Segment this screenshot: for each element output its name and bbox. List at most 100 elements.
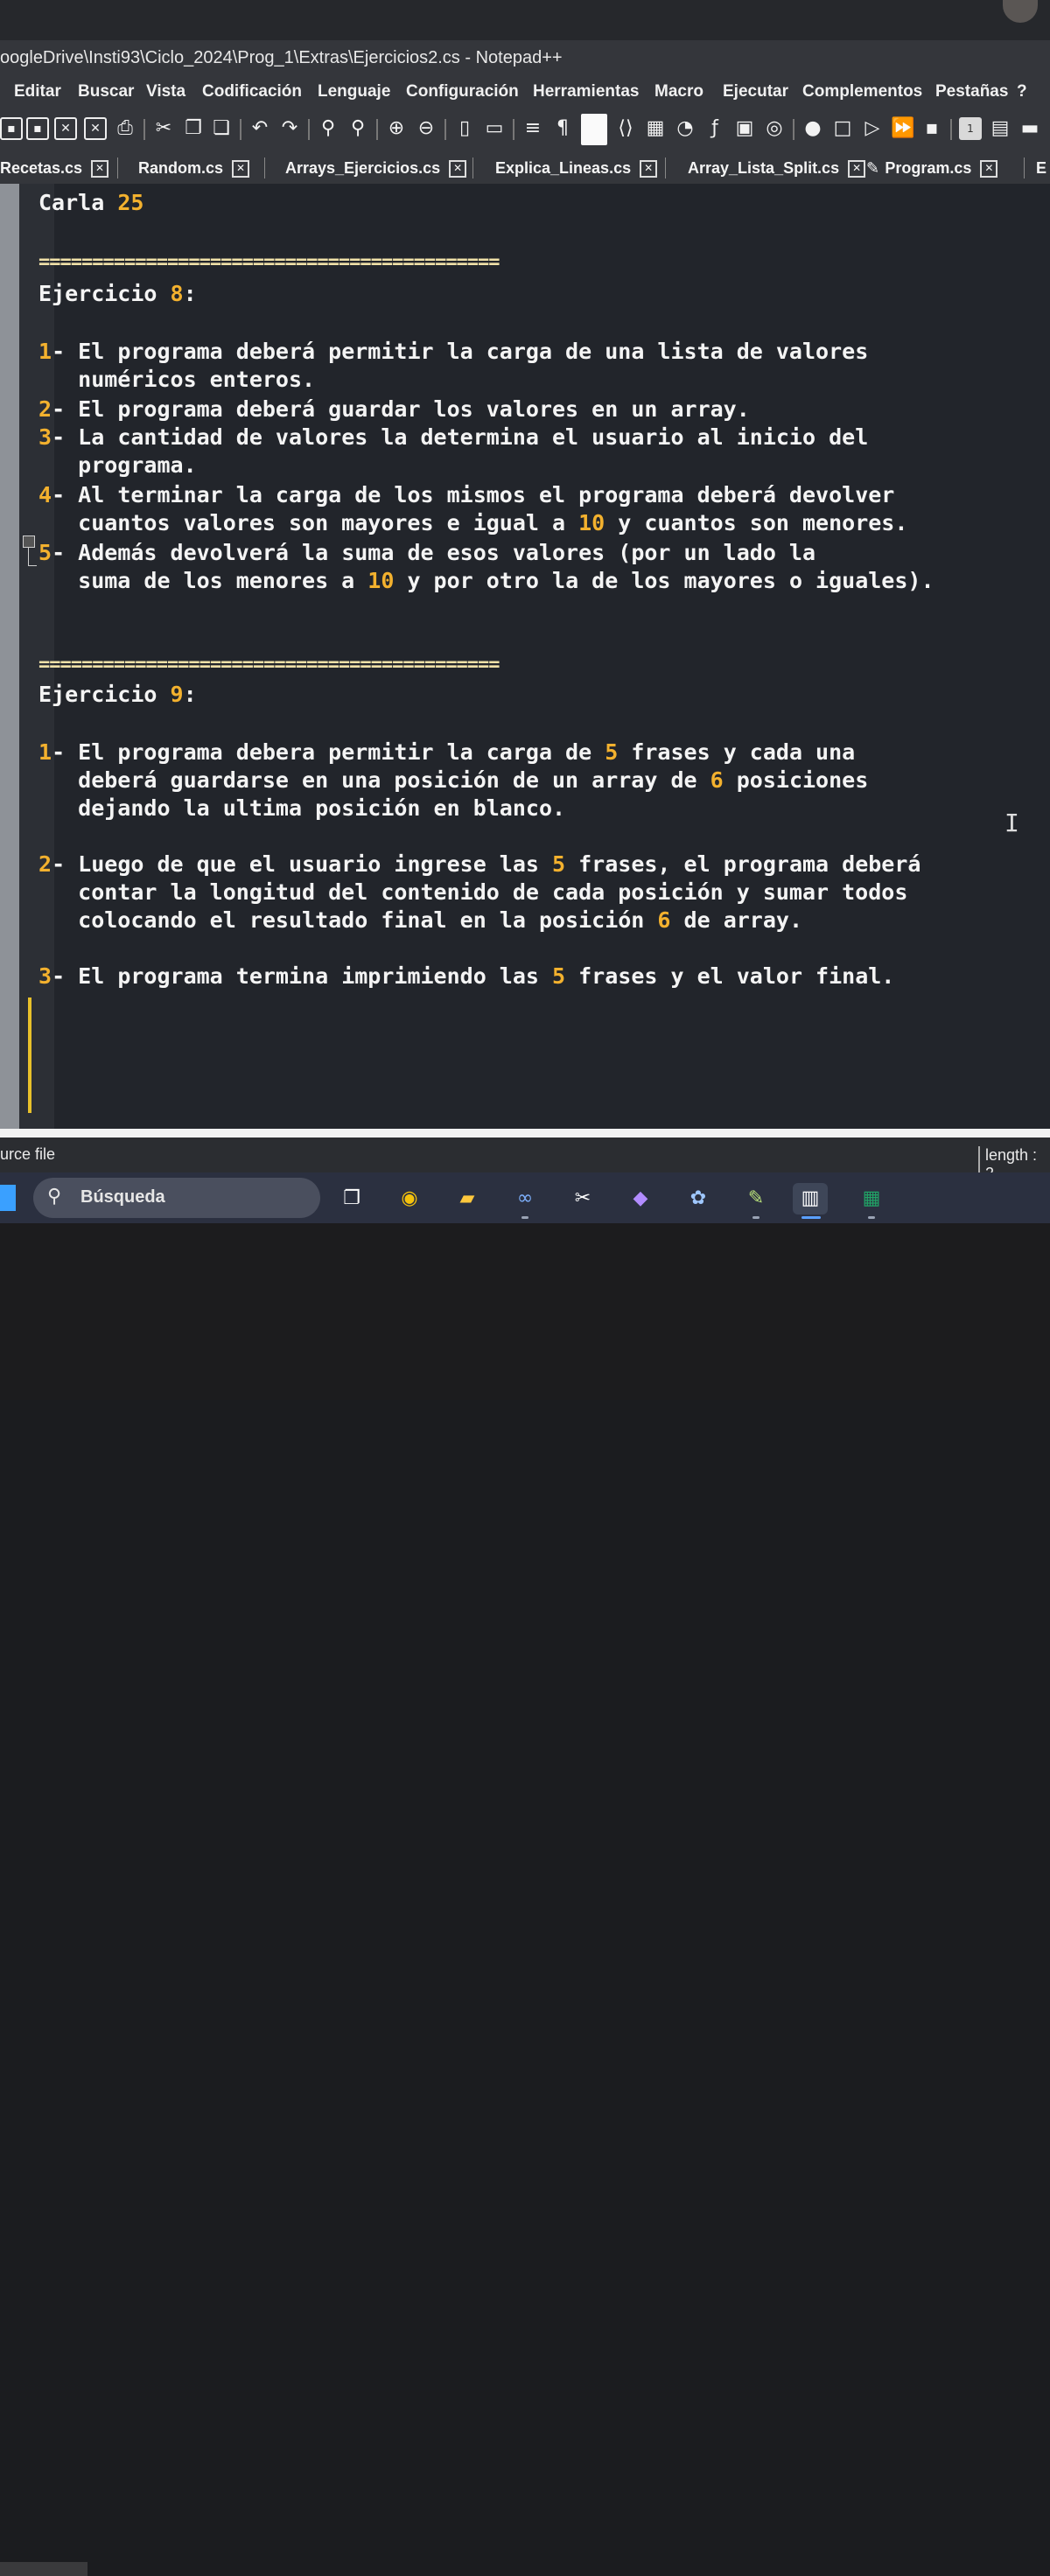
close-file-icon[interactable]: ✕: [54, 117, 77, 140]
close-tab-icon[interactable]: ✕: [91, 160, 109, 178]
start-button[interactable]: [0, 1185, 16, 1211]
excel-icon[interactable]: ▦: [854, 1183, 889, 1214]
code-line: cuantos valores son mayores e igual a 10…: [38, 510, 908, 536]
code-line: suma de los menores a 10 y por otro la d…: [38, 568, 934, 593]
tab-bar: Recetas.cs ✕ Random.cs ✕ Arrays_Ejercicios…: [0, 150, 1050, 186]
taskbar-search[interactable]: ⚲ Búsqueda: [33, 1178, 320, 1218]
replace-icon[interactable]: ⚲: [346, 117, 369, 140]
redo-icon[interactable]: ↷: [278, 117, 301, 140]
number-token: 5: [552, 851, 566, 877]
pgadmin-icon[interactable]: ✿: [681, 1183, 716, 1214]
number-token: 25: [117, 190, 144, 215]
editor-pane[interactable]: Carla 25 ===============================…: [0, 184, 1050, 1129]
menu-configuracion[interactable]: Configuración: [406, 82, 519, 102]
modified-pencil-icon: ✎: [866, 159, 886, 178]
play-macro-icon[interactable]: ▷: [861, 117, 884, 140]
show-all-chars-icon[interactable]: ¶: [551, 117, 574, 140]
fold-toggle-icon[interactable]: [23, 536, 35, 548]
number-token: 2: [38, 396, 52, 422]
cut-icon[interactable]: ✂: [152, 117, 175, 140]
notepadpp-taskbar-icon[interactable]: ✎: [738, 1183, 774, 1214]
number-token: 4: [38, 482, 52, 508]
menu-vista[interactable]: Vista: [146, 82, 186, 102]
horizontal-scrollbar[interactable]: [0, 1129, 1050, 1138]
number-token: 1: [38, 739, 52, 765]
number-token: 2: [38, 851, 52, 877]
record-macro-icon[interactable]: ●: [802, 117, 824, 140]
stop-macro-icon[interactable]: □: [831, 117, 854, 140]
tab-explica-lineas[interactable]: Explica_Lineas.cs ✕: [495, 156, 658, 182]
zoom-in-icon[interactable]: ⊕: [385, 117, 408, 140]
tab-array-lista-split[interactable]: Array_Lista_Split.cs ✕: [688, 156, 866, 182]
save-all-icon[interactable]: ▪: [0, 117, 23, 140]
run-macro-multiple-icon[interactable]: ⏩: [891, 117, 914, 140]
toolbar-separator: [444, 119, 446, 140]
close-tab-icon[interactable]: ✕: [640, 160, 658, 178]
indent-guide-icon[interactable]: [581, 114, 607, 145]
tab-separator: [264, 158, 265, 178]
menu-macro[interactable]: Macro: [654, 82, 704, 102]
number-token: 5: [605, 739, 619, 765]
document-map-icon[interactable]: ▦: [644, 117, 667, 140]
chrome-icon[interactable]: ◉: [392, 1183, 427, 1214]
undo-icon[interactable]: ↶: [248, 117, 271, 140]
toolbar-separator: [240, 119, 242, 140]
monitoring-icon[interactable]: ◎: [763, 117, 786, 140]
panel-icon[interactable]: ▤: [989, 117, 1012, 140]
menu-help[interactable]: ?: [1017, 82, 1027, 102]
file-explorer-icon[interactable]: ▰: [450, 1183, 485, 1214]
document-list-icon[interactable]: ◔: [674, 117, 696, 140]
menu-complementos[interactable]: Complementos: [802, 82, 922, 102]
code-line: 3- El programa termina imprimiendo las 5…: [38, 963, 895, 989]
menu-buscar[interactable]: Buscar: [78, 82, 134, 102]
bezel-strip: [0, 2562, 88, 2576]
status-bar: urce file length : 2.: [0, 1138, 1050, 1183]
xml-tag-icon[interactable]: ⟨⟩: [614, 117, 637, 140]
tab-label: Program.cs: [885, 159, 972, 177]
tab-separator: [472, 158, 473, 178]
toolbar-separator: [144, 119, 145, 140]
sync-vertical-icon[interactable]: ▯: [453, 117, 476, 140]
function-list-icon[interactable]: ƒ: [704, 117, 726, 140]
folder-workspace-icon[interactable]: ▣: [733, 117, 756, 140]
sync-horizontal-icon[interactable]: ▭: [483, 117, 506, 140]
task-view-icon[interactable]: ❐: [334, 1183, 369, 1214]
save-icon[interactable]: ▪: [26, 117, 49, 140]
menu-editar[interactable]: Editar: [14, 82, 61, 102]
menu-herramientas[interactable]: Herramientas: [533, 82, 639, 102]
save-macro-icon[interactable]: ▪: [920, 117, 943, 140]
toolbar-separator: [513, 119, 514, 140]
menu-lenguaje[interactable]: Lenguaje: [318, 82, 390, 102]
close-tab-icon[interactable]: ✕: [232, 160, 250, 178]
snipping-tool-icon[interactable]: ✂: [565, 1183, 600, 1214]
close-all-icon[interactable]: ✕: [84, 117, 107, 140]
zoom-out-icon[interactable]: ⊖: [415, 117, 438, 140]
find-icon[interactable]: ⚲: [317, 117, 340, 140]
panel-extra-icon[interactable]: ▬: [1018, 117, 1041, 140]
code-text[interactable]: Carla 25 ===============================…: [38, 184, 1036, 1120]
infinity-app-icon[interactable]: ∞: [508, 1183, 542, 1214]
print-icon[interactable]: ⎙: [114, 117, 136, 140]
tab-program[interactable]: ✎ Program.cs ✕: [866, 156, 998, 182]
separator-line: ========================================…: [38, 654, 500, 676]
close-tab-icon[interactable]: ✕: [449, 160, 467, 178]
tab-overflow[interactable]: E: [1036, 156, 1046, 182]
copy-icon[interactable]: ❐: [182, 117, 205, 140]
word-wrap-icon[interactable]: ≡: [522, 117, 544, 140]
running-indicator: [868, 1216, 875, 1219]
tab-label: E: [1036, 159, 1047, 177]
window-title: oogleDrive\Insti93\Ciclo_2024\Prog_1\Ext…: [0, 48, 563, 67]
active-app-icon[interactable]: ▥: [793, 1183, 828, 1214]
visual-studio-icon[interactable]: ◆: [623, 1183, 658, 1214]
notification-icon[interactable]: 1: [959, 117, 982, 140]
menu-ejecutar[interactable]: Ejecutar: [723, 82, 788, 102]
search-icon: ⚲: [47, 1186, 62, 1208]
close-tab-icon[interactable]: ✕: [980, 160, 998, 178]
menu-codificacion[interactable]: Codificación: [202, 82, 302, 102]
paste-icon[interactable]: ❏: [210, 117, 233, 140]
tab-arrays-ejercicios[interactable]: Arrays_Ejercicios.cs ✕: [285, 156, 467, 182]
tab-random[interactable]: Random.cs ✕: [138, 156, 250, 182]
menu-pestanas[interactable]: Pestañas: [935, 82, 1008, 102]
close-tab-icon[interactable]: ✕: [848, 160, 866, 178]
tab-recetas[interactable]: Recetas.cs ✕: [0, 156, 109, 182]
